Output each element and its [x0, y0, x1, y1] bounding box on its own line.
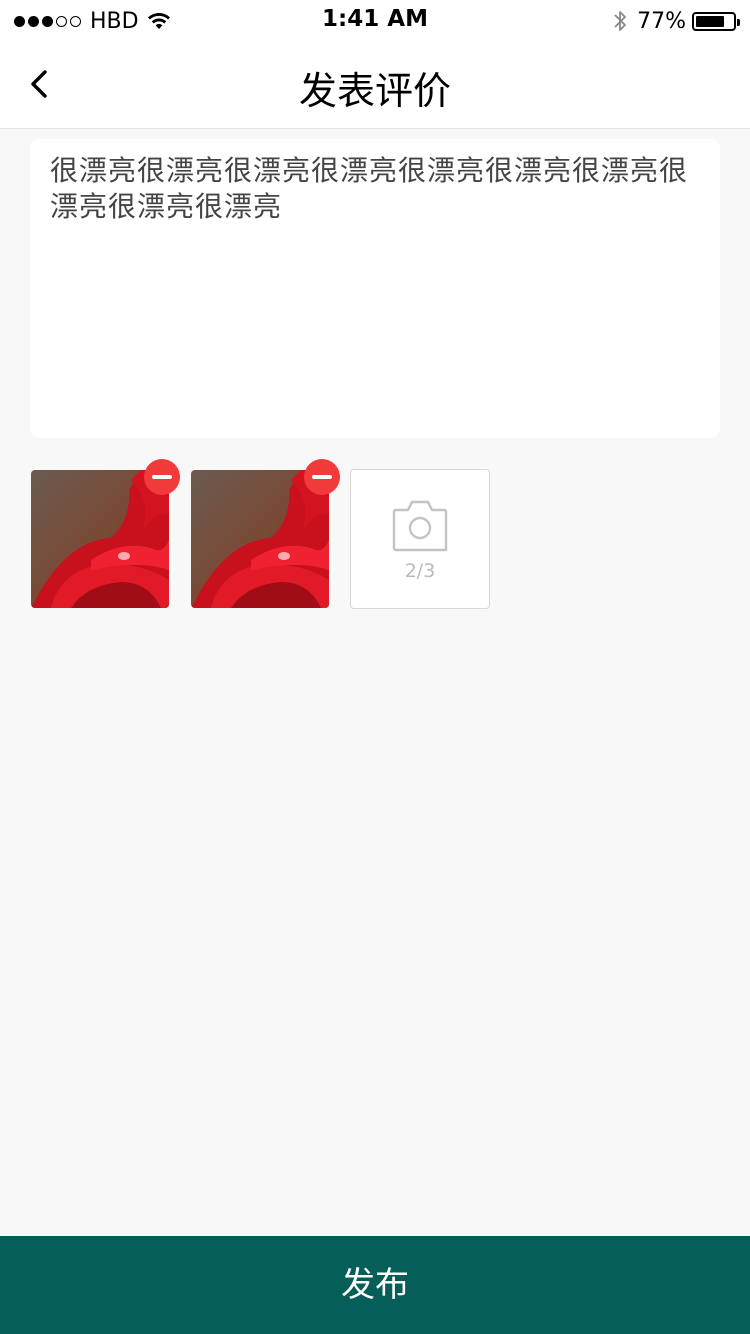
battery-icon [692, 11, 740, 31]
bluetooth-icon [614, 11, 626, 31]
rose-photo [191, 470, 329, 608]
review-text: 很漂亮很漂亮很漂亮很漂亮很漂亮很漂亮很漂亮很漂亮很漂亮很漂亮 [50, 154, 689, 223]
camera-icon [392, 500, 448, 552]
page-title: 发表评价 [298, 69, 451, 113]
rose-photo [31, 470, 169, 608]
photo-thumbnail[interactable] [191, 470, 329, 608]
status-bar: HBD 1:41 AM 77% [0, 0, 750, 42]
photo-thumbnail[interactable] [31, 470, 169, 608]
photo-count: 2/3 [404, 560, 436, 582]
nav-bar: 发表评价 [0, 42, 750, 129]
remove-photo-button[interactable] [144, 459, 180, 495]
battery-percent: 77% [637, 8, 686, 34]
remove-photo-button[interactable] [304, 459, 340, 495]
battery-fill [696, 15, 724, 27]
battery-nub [737, 18, 740, 26]
publish-button[interactable]: 发布 [0, 1236, 750, 1334]
review-textarea[interactable]: 很漂亮很漂亮很漂亮很漂亮很漂亮很漂亮很漂亮很漂亮很漂亮很漂亮 [30, 139, 720, 438]
add-photo-button[interactable]: 2/3 [350, 469, 490, 609]
status-right: 77% [613, 7, 740, 35]
